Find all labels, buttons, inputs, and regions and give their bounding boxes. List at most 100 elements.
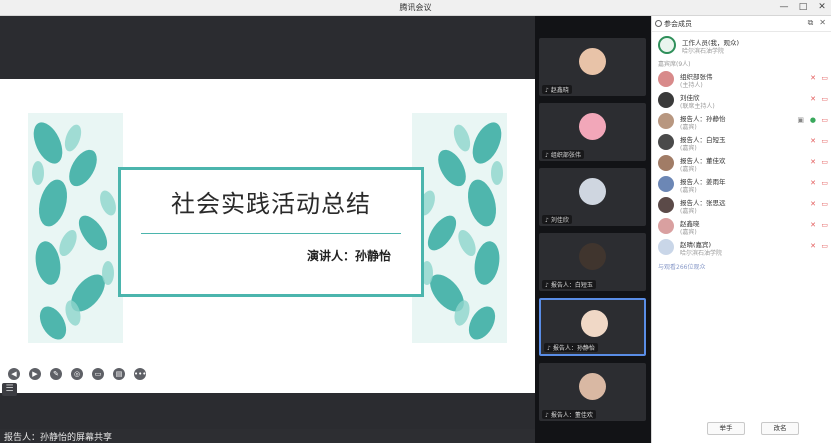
camera-off-icon[interactable]: ▭ (821, 116, 828, 124)
screen-share-icon: ▣ (797, 116, 804, 124)
video-gallery: ♪ 赵鑫晓 ♪ 组织部张伟 ♪ 刘佳欣 ♪ 报告人：白短玉 ♪ 报告人：孙静怡 ♪ 报告人：… (535, 16, 651, 443)
list-item[interactable]: 报告人：孙静怡 (嘉宾) ▣ ● ▭ (658, 111, 830, 132)
avatar (579, 113, 606, 140)
mic-on-icon[interactable]: ● (810, 116, 816, 124)
list-item[interactable]: 组织部张伟 (主持人) ✕ ▭ (658, 69, 830, 90)
slide-divider (141, 233, 401, 234)
mic-icon: ♪ (547, 345, 551, 352)
avatar (658, 113, 674, 129)
camera-icon[interactable]: ▭ (92, 368, 104, 380)
list-item[interactable]: 报告人：白短玉 (嘉宾) ✕ ▭ (658, 132, 830, 153)
mic-muted-icon[interactable]: ✕ (810, 242, 816, 250)
mic-muted-icon[interactable]: ✕ (810, 158, 816, 166)
video-tile[interactable]: ♪ 报告人：董佳欢 (539, 363, 646, 421)
list-item[interactable]: 报告人：张思远 (嘉宾) ✕ ▭ (658, 195, 830, 216)
video-tile[interactable]: ♪ 赵鑫晓 (539, 38, 646, 96)
window-controls: — □ ✕ (779, 1, 827, 14)
avatar (579, 48, 606, 75)
list-item[interactable]: 赵鑫晓 (嘉宾) ✕ ▭ (658, 216, 830, 237)
avatar (658, 218, 674, 234)
video-tile-active-speaker[interactable]: ♪ 报告人：孙静怡 (539, 298, 646, 356)
pointer-icon[interactable]: ◎ (71, 368, 83, 380)
chat-icon[interactable]: ▤ (113, 368, 125, 380)
shared-screen-area: 社会实践活动总结 演讲人：孙静怡 ◀ ▶ ✎ ◎ ▭ ▤ ••• ☰ (0, 16, 535, 429)
presentation-controls: ◀ ▶ ✎ ◎ ▭ ▤ ••• (8, 368, 146, 380)
mic-icon: ♪ (545, 412, 549, 419)
video-tile-name: 报告人：董佳欢 (550, 412, 593, 419)
prev-icon[interactable]: ◀ (8, 368, 20, 380)
avatar (658, 134, 674, 150)
avatar (658, 197, 674, 213)
participant-role: (嘉宾) (680, 145, 697, 152)
audience-link[interactable]: 与观看266位观众 (658, 262, 705, 271)
panel-footer: 举手 改名 (707, 422, 799, 435)
list-item[interactable]: 报告人：董佳欢 (嘉宾) ✕ ▭ (658, 153, 830, 174)
panel-title: 参会成员 (664, 20, 692, 28)
mic-muted-icon[interactable]: ✕ (810, 74, 816, 82)
mic-muted-icon[interactable]: ✕ (810, 179, 816, 187)
avatar (658, 176, 674, 192)
leaf-decoration-left-icon (28, 113, 123, 343)
video-tile-name: 刘佳欣 (550, 217, 569, 224)
window-title: 腾讯会议 (399, 3, 432, 12)
avatar (658, 71, 674, 87)
list-item[interactable]: 报告人：姜雨年 (嘉宾) ✕ ▭ (658, 174, 830, 195)
participant-role: (嘉宾) (680, 187, 697, 194)
avatar (579, 178, 606, 205)
camera-off-icon[interactable]: ▭ (821, 158, 828, 166)
video-tile[interactable]: ♪ 组织部张伟 (539, 103, 646, 161)
camera-off-icon[interactable]: ▭ (821, 95, 828, 103)
video-tile[interactable]: ♪ 报告人：白短玉 (539, 233, 646, 291)
popout-icon[interactable]: ⧉ (808, 18, 814, 28)
participant-role: (嘉宾) (680, 229, 697, 236)
participant-role: 哈尔滨石油学院 (680, 250, 723, 257)
participant-role: (主持人) (680, 82, 703, 89)
slide-title-frame: 社会实践活动总结 演讲人：孙静怡 (118, 167, 424, 297)
camera-off-icon[interactable]: ▭ (821, 137, 828, 145)
avatar (658, 239, 674, 255)
school-logo-icon (658, 36, 676, 54)
next-icon[interactable]: ▶ (29, 368, 41, 380)
minimize-button[interactable]: — (779, 1, 789, 14)
panel-header: 参会成员 ⧉ ✕ (652, 16, 831, 32)
mic-muted-icon[interactable]: ✕ (810, 221, 816, 229)
mic-icon: ♪ (545, 152, 549, 159)
video-tile-name: 赵鑫晓 (550, 87, 569, 94)
participant-role: (嘉宾) (680, 166, 697, 173)
participants-panel: 参会成员 ⧉ ✕ 工作人员(我，观众) 哈尔滨石油学院 嘉宾席(9人) 组织部张… (651, 16, 831, 443)
camera-off-icon[interactable]: ▭ (821, 179, 828, 187)
maximize-button[interactable]: □ (798, 1, 808, 14)
avatar (579, 373, 606, 400)
video-tile-name: 报告人：白短玉 (550, 282, 593, 289)
self-org: 哈尔滨石油学院 (682, 48, 725, 55)
raise-hand-button[interactable]: 举手 (707, 422, 745, 435)
camera-off-icon[interactable]: ▭ (821, 74, 828, 82)
camera-off-icon[interactable]: ▭ (821, 242, 828, 250)
video-tile[interactable]: ♪ 刘佳欣 (539, 168, 646, 226)
participant-role: (嘉宾) (680, 208, 697, 215)
close-button[interactable]: ✕ (817, 1, 827, 14)
video-tile-name: 报告人：孙静怡 (552, 345, 595, 352)
slide-speaker: 演讲人：孙静怡 (306, 249, 391, 263)
more-icon[interactable]: ••• (134, 368, 146, 380)
self-entry[interactable]: 工作人员(我，观众) 哈尔滨石油学院 (658, 36, 828, 56)
mic-muted-icon[interactable]: ✕ (810, 200, 816, 208)
mic-icon: ♪ (545, 217, 549, 224)
window-titlebar: 腾讯会议 — □ ✕ (0, 0, 831, 16)
mic-muted-icon[interactable]: ✕ (810, 95, 816, 103)
leaf-decoration-right-icon (412, 113, 507, 343)
avatar (658, 155, 674, 171)
mic-icon: ♪ (545, 87, 549, 94)
list-item[interactable]: 赵晴(嘉宾) 哈尔滨石油学院 ✕ ▭ (658, 237, 830, 258)
presentation-slide: 社会实践活动总结 演讲人：孙静怡 (0, 79, 535, 393)
rename-button[interactable]: 改名 (761, 422, 799, 435)
pen-icon[interactable]: ✎ (50, 368, 62, 380)
camera-off-icon[interactable]: ▭ (821, 221, 828, 229)
slide-headline: 社会实践活动总结 (171, 190, 371, 218)
close-panel-icon[interactable]: ✕ (819, 18, 826, 28)
camera-off-icon[interactable]: ▭ (821, 200, 828, 208)
list-item[interactable]: 刘佳欣 (联席主持人) ✕ ▭ (658, 90, 830, 111)
list-toggle-icon[interactable]: ☰ (2, 383, 17, 396)
screen-share-label: 报告人：孙静怡的屏幕共享 (4, 433, 113, 443)
mic-muted-icon[interactable]: ✕ (810, 137, 816, 145)
